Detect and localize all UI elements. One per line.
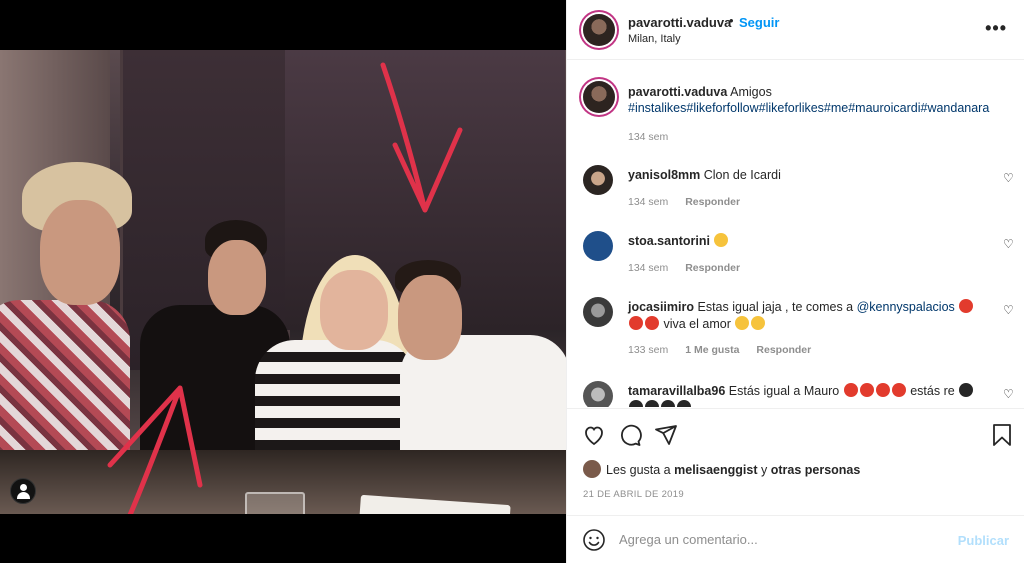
list-item: stoa.santorini 134 sem Responder ♡: [567, 225, 1024, 285]
reply-button[interactable]: Responder: [685, 262, 740, 274]
add-comment-bar: Publicar: [567, 515, 1024, 563]
bookmark-icon[interactable]: [990, 423, 1014, 447]
share-icon[interactable]: [654, 423, 678, 447]
comment-username[interactable]: stoa.santorini: [628, 234, 710, 248]
heart-eyes-emoji-icon: [959, 299, 974, 313]
comment-body: Clon de Icardi: [703, 168, 781, 182]
smile-icon[interactable]: [582, 528, 606, 552]
comment-meta: 134 sem Responder: [628, 262, 754, 274]
post-media: [0, 0, 566, 563]
post-header: pavarotti.vaduva • Seguir Milan, Italy •…: [567, 0, 1024, 60]
comment-time[interactable]: 133 sem: [628, 344, 668, 356]
comment-body-2: viva el amor: [663, 317, 731, 331]
more-icon[interactable]: •••: [985, 18, 1007, 39]
comment-time[interactable]: 134 sem: [628, 196, 668, 208]
photo-glass: [245, 492, 305, 514]
list-item: yanisol8mm Clon de Icardi 134 sem Respon…: [567, 159, 1024, 219]
comment-text: jocasiimiro Estas igual jaja , te comes …: [628, 299, 978, 333]
heart-eyes-emoji-icon: [645, 316, 659, 330]
avatar[interactable]: [583, 297, 613, 327]
bomb-emoji-icon: [629, 400, 643, 407]
user-tag-icon[interactable]: [10, 478, 36, 504]
comment-time[interactable]: 134 sem: [628, 262, 668, 274]
heart-icon[interactable]: ♡: [1003, 171, 1015, 185]
caption-body: Amigos: [730, 85, 772, 99]
caption-username[interactable]: pavarotti.vaduva: [628, 85, 727, 99]
avatar[interactable]: [583, 381, 613, 407]
heart-eyes-emoji-icon: [891, 383, 906, 397]
bomb-emoji-icon: [959, 383, 974, 397]
post-location[interactable]: Milan, Italy: [628, 33, 681, 45]
list-item: jocasiimiro Estas igual jaja , te comes …: [567, 291, 1024, 371]
comment-body-2: estás re: [910, 384, 955, 398]
comment-username[interactable]: jocasiimiro: [628, 300, 694, 314]
list-item: tamaravillalba96 Estás igual a Mauro est…: [567, 375, 1024, 407]
reply-button[interactable]: Responder: [685, 196, 740, 208]
heart-icon[interactable]: [582, 423, 606, 447]
comment-mention[interactable]: @kennyspalacios: [857, 300, 955, 314]
comment-text: stoa.santorini: [628, 233, 978, 250]
liked-by-user[interactable]: melisaenggist: [674, 463, 757, 477]
bomb-emoji-icon: [677, 400, 691, 407]
avatar[interactable]: [583, 460, 601, 478]
comment-icon[interactable]: [618, 423, 642, 447]
heart-eyes-emoji-icon: [629, 316, 643, 330]
comment-text: yanisol8mm Clon de Icardi: [628, 167, 978, 184]
separator-dot: •: [729, 13, 734, 28]
comment-username[interactable]: tamaravillalba96: [628, 384, 725, 398]
comment-meta: 134 sem Responder: [628, 196, 754, 208]
comment-username[interactable]: yanisol8mm: [628, 168, 700, 182]
caption-hashtags[interactable]: #instalikes#likeforfollow#likeforlikes#m…: [628, 101, 989, 115]
post-author-username[interactable]: pavarotti.vaduva: [628, 15, 731, 30]
comment-body: Estás igual a Mauro: [728, 384, 840, 398]
heart-icon[interactable]: ♡: [1003, 237, 1015, 251]
heart-eyes-emoji-icon: [859, 383, 874, 397]
heart-eyes-emoji-icon: [875, 383, 890, 397]
avatar[interactable]: [583, 165, 613, 195]
smiling-emoji-icon: [714, 233, 729, 247]
bomb-emoji-icon: [661, 400, 675, 407]
kiss-emoji-icon: [751, 316, 766, 330]
heart-eyes-emoji-icon: [843, 383, 858, 397]
comment-text: tamaravillalba96 Estás igual a Mauro est…: [628, 383, 978, 407]
arrow-up-drawing: [107, 385, 203, 514]
post-date[interactable]: 21 DE ABRIL DE 2019: [583, 489, 684, 500]
post-panel: pavarotti.vaduva • Seguir Milan, Italy •…: [566, 0, 1024, 563]
caption-text: pavarotti.vaduva Amigos #instalikes#like…: [628, 84, 1008, 116]
liked-by-prefix: Les gusta a: [606, 463, 671, 477]
liked-by-connector: y: [760, 463, 768, 477]
comment-likes[interactable]: 1 Me gusta: [685, 344, 739, 356]
post-photo[interactable]: [0, 50, 566, 514]
comment-input[interactable]: [619, 532, 919, 547]
post-actions: [567, 408, 1024, 458]
follow-button[interactable]: Seguir: [739, 15, 779, 30]
comment-meta: 133 sem 1 Me gusta Responder: [628, 344, 825, 356]
liked-by: Les gusta a melisaenggist y otras person…: [583, 460, 860, 478]
arrow-down-drawing: [380, 62, 463, 213]
heart-icon[interactable]: ♡: [1003, 387, 1015, 401]
liked-by-others[interactable]: otras personas: [771, 463, 861, 477]
publish-button[interactable]: Publicar: [958, 533, 1009, 548]
avatar[interactable]: [583, 14, 615, 46]
avatar[interactable]: [583, 231, 613, 261]
avatar[interactable]: [583, 81, 615, 113]
kiss-emoji-icon: [735, 316, 750, 330]
heart-icon[interactable]: ♡: [1003, 303, 1015, 317]
comment-body: Estas igual jaja , te comes a: [697, 300, 854, 314]
reply-button[interactable]: Responder: [756, 344, 811, 356]
comments-list[interactable]: pavarotti.vaduva Amigos #instalikes#like…: [567, 61, 1024, 407]
caption-time[interactable]: 134 sem: [628, 131, 668, 143]
bomb-emoji-icon: [645, 400, 659, 407]
